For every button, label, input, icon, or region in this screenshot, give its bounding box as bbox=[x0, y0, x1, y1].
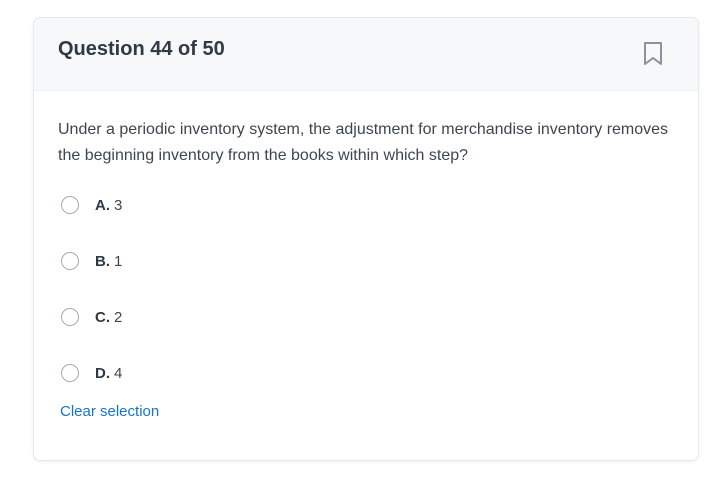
question-body: Under a periodic inventory system, the a… bbox=[34, 91, 698, 421]
radio-button[interactable] bbox=[61, 308, 79, 326]
option-b[interactable]: B. 1 bbox=[58, 233, 674, 289]
option-a[interactable]: A. 3 bbox=[58, 177, 674, 233]
option-text: 3 bbox=[114, 196, 123, 214]
radio-button[interactable] bbox=[61, 196, 79, 214]
question-title: Question 44 of 50 bbox=[58, 38, 225, 60]
question-text: Under a periodic inventory system, the a… bbox=[58, 121, 669, 164]
option-letter: A. bbox=[95, 196, 110, 214]
answer-options: A. 3 B. 1 C. 2 D. 4 bbox=[58, 177, 674, 401]
option-letter: B. bbox=[95, 252, 110, 270]
question-card: Question 44 of 50 Under a periodic inven… bbox=[33, 17, 699, 461]
option-text: 1 bbox=[114, 252, 123, 270]
option-c[interactable]: C. 2 bbox=[58, 289, 674, 345]
option-text: 2 bbox=[114, 308, 123, 326]
option-letter: D. bbox=[95, 364, 110, 382]
option-letter: C. bbox=[95, 308, 110, 326]
bookmark-icon bbox=[644, 42, 662, 65]
option-d[interactable]: D. 4 bbox=[58, 345, 674, 401]
bookmark-button[interactable] bbox=[640, 41, 666, 67]
question-header: Question 44 of 50 bbox=[34, 18, 698, 91]
clear-selection-link[interactable]: Clear selection bbox=[60, 403, 159, 420]
radio-button[interactable] bbox=[61, 364, 79, 382]
radio-button[interactable] bbox=[61, 252, 79, 270]
option-text: 4 bbox=[114, 364, 123, 382]
